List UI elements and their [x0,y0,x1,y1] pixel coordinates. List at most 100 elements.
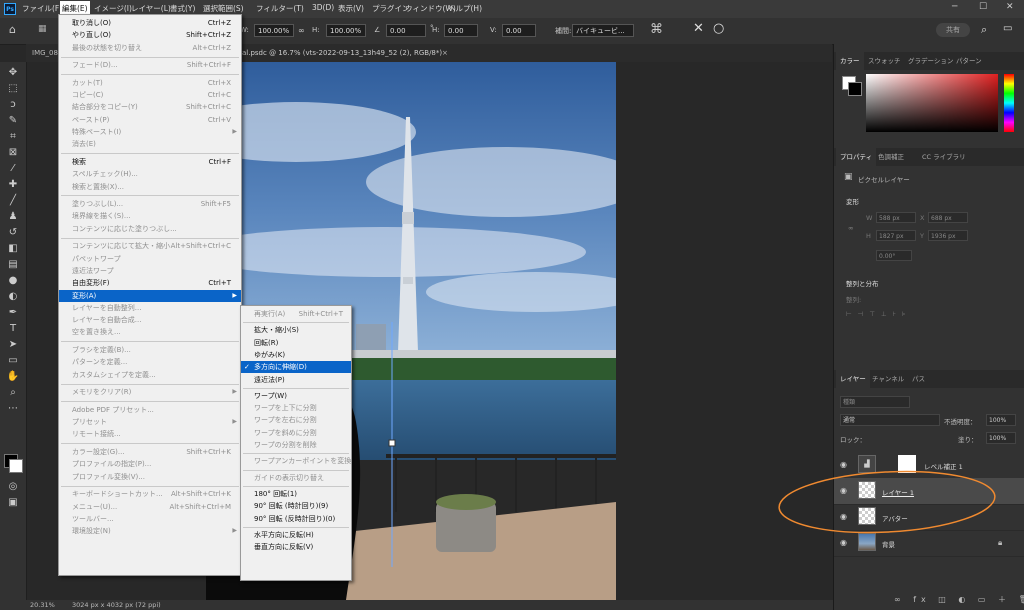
tab-patterns[interactable]: パターン [952,52,986,70]
edit-menu-item[interactable]: キーボードショートカット... Alt+Shift+Ctrl+K [59,488,241,500]
doc-tab-first[interactable]: IMG_08 [32,44,58,62]
transform-menu-item[interactable]: 再実行(A) Shift+Ctrl+T [241,308,351,320]
edit-menu-item[interactable]: ブラシを定義(B)... [59,344,241,356]
edit-menu-item[interactable]: カラー設定(G)... Shift+Ctrl+K [59,446,241,458]
edit-menu-item[interactable]: パペットワープ [59,253,241,265]
zoom-tool-icon[interactable]: ⌕ [6,386,20,400]
tab-gradients[interactable]: グラデーション [904,52,957,70]
transform-menu-item[interactable]: 回転(R) [241,337,351,349]
tab-cc-libraries[interactable]: CC ライブラリ [918,148,970,166]
menu-3d[interactable]: 3D(D) [312,3,334,12]
edit-menu-item[interactable]: 検索 Ctrl+F [59,156,241,168]
edit-menu-item[interactable]: 特殊ペースト(I) ▶ [59,126,241,138]
x-field[interactable]: 688 px [928,212,968,223]
edit-menu-item[interactable]: カスタムシェイプを定義... [59,369,241,381]
width-field[interactable]: 100.00% [254,24,294,37]
edit-menu-item[interactable]: プリセット ▶ [59,416,241,428]
blur-tool-icon[interactable]: ● [6,274,20,288]
edit-menu-item[interactable]: ツールバー... [59,513,241,525]
quick-select-tool-icon[interactable]: ✎ [6,114,20,128]
edit-menu-item[interactable]: メモリをクリア(R) ▶ [59,386,241,398]
color-picker-field[interactable] [866,74,998,132]
commit-transform-icon[interactable]: ○ [713,21,724,36]
pen-tool-icon[interactable]: ✒ [6,306,20,320]
edit-menu-item[interactable]: コピー(C) Ctrl+C [59,89,241,101]
marquee-tool-icon[interactable]: ⬚ [6,82,20,96]
gradient-tool-icon[interactable]: ▤ [6,258,20,272]
y-field[interactable]: 1936 px [928,230,968,241]
reference-point-icon[interactable]: ▦ [38,24,47,34]
edit-menu-item[interactable]: レイヤーを自動合成... [59,314,241,326]
edit-menu-item[interactable]: 取り消し(O) Ctrl+Z [59,17,241,29]
menu-plugins[interactable]: プラグイン [372,3,410,14]
edit-menu-item[interactable]: 遠近法ワープ [59,265,241,277]
opacity-field[interactable]: 100% [986,414,1016,426]
lasso-tool-icon[interactable]: ↄ [6,98,20,112]
tab-paths[interactable]: パス [908,370,929,388]
rectangle-tool-icon[interactable]: ▭ [6,354,20,368]
doc-tab-close-icon[interactable]: × [442,44,448,62]
background-color-swatch[interactable] [9,459,23,473]
edit-menu-item[interactable]: 最後の状態を切り替え Alt+Ctrl+Z [59,42,241,54]
type-tool-icon[interactable]: T [6,322,20,336]
menu-edit[interactable]: 編集(E) [60,1,90,15]
transform-menu-item[interactable]: 90° 回転 (時計回り)(9) [241,500,351,512]
link-icon[interactable]: ∞ [298,26,305,35]
edit-menu-item[interactable]: 結合部分をコピー(Y) Shift+Ctrl+C [59,101,241,113]
frame-tool-icon[interactable]: ⊠ [6,146,20,160]
transform-menu-item[interactable]: ワープを斜めに分割 [241,427,351,439]
blend-mode-select[interactable]: 通常 [840,414,940,426]
menu-filter[interactable]: フィルター(T) [256,3,304,14]
move-tool-icon[interactable]: ✥ [6,66,20,80]
edit-menu-item[interactable]: 変形(A) ▶ [59,289,241,302]
tab-color[interactable]: カラー [836,52,864,70]
layer-actions-icon[interactable]: ∞ fx ◫ ◐ ▭ ＋ 🗑︎ [894,594,1024,605]
menu-view[interactable]: 表示(V) [338,3,364,14]
transform-menu-item[interactable]: ワープを上下に分割 [241,402,351,414]
history-brush-tool-icon[interactable]: ↺ [6,226,20,240]
minimize-icon[interactable]: ─ [952,2,957,12]
transform-menu-item[interactable]: ✓ 多方向に伸縮(D) [241,361,351,374]
layer-search-input[interactable]: 種類 [840,396,910,408]
angle-field[interactable]: 0.00 [386,24,426,37]
edit-menu-item[interactable]: フェード(D)... Shift+Ctrl+F [59,59,241,71]
zoom-level[interactable]: 20.31% [30,601,55,609]
tab-swatches[interactable]: スウォッチ [864,52,905,70]
h-field[interactable]: 1827 px [876,230,916,241]
edit-menu-item[interactable]: 境界線を描く(S)... [59,210,241,222]
screen-mode-icon[interactable]: ▣ [6,496,20,510]
maximize-icon[interactable]: ☐ [979,2,987,12]
edit-menu-item[interactable]: Adobe PDF プリセット... [59,404,241,416]
align-buttons-icon[interactable]: ⊢⊣⊤⊥⊦⊧ [846,310,911,318]
w-field[interactable]: 588 px [876,212,916,223]
hue-slider[interactable] [1004,74,1014,132]
transform-menu-item[interactable]: ワープを左右に分割 [241,414,351,426]
edit-menu-item[interactable]: 塗りつぶし(L)... Shift+F5 [59,198,241,210]
transform-menu-item[interactable]: 遠近法(P) [241,374,351,386]
link-dimensions-icon[interactable]: ∞ [848,224,853,232]
cancel-transform-icon[interactable]: ✕ [693,21,704,36]
transform-menu-item[interactable]: 垂直方向に反転(V) [241,541,351,553]
crop-tool-icon[interactable]: ⌗ [6,130,20,144]
menu-image[interactable]: イメージ(I) [94,3,132,14]
edit-menu-item[interactable]: 消去(E) [59,138,241,150]
edit-menu-item[interactable]: コンテンツに応じて拡大・縮小 Alt+Shift+Ctrl+C [59,240,241,252]
tab-adjustments[interactable]: 色調補正 [874,148,908,166]
transform-menu-item[interactable]: 180° 回転(1) [241,488,351,500]
h-skew-field[interactable]: 0.00 [444,24,478,37]
edit-menu-item[interactable]: カット(T) Ctrl+X [59,77,241,89]
healing-tool-icon[interactable]: ✚ [6,178,20,192]
tab-properties[interactable]: プロパティ [836,148,877,166]
v-skew-field[interactable]: 0.00 [502,24,536,37]
edit-menu-item[interactable]: 自由変形(F) Ctrl+T [59,277,241,289]
search-icon[interactable]: ⌕ [981,23,987,37]
brush-tool-icon[interactable]: ╱ [6,194,20,208]
fill-field[interactable]: 100% [986,432,1016,444]
path-select-tool-icon[interactable]: ➤ [6,338,20,352]
transform-menu-item[interactable]: 拡大・縮小(S) [241,324,351,336]
edit-menu-item[interactable]: メニュー(U)... Alt+Shift+Ctrl+M [59,501,241,513]
transform-menu-item[interactable]: ワープアンカーポイントを変換 [241,455,351,467]
more-tools-icon[interactable]: ⋯ [6,402,20,416]
interpolation-select[interactable]: バイキュービ... [572,24,634,37]
edit-menu-item[interactable]: リモート接続... [59,428,241,440]
